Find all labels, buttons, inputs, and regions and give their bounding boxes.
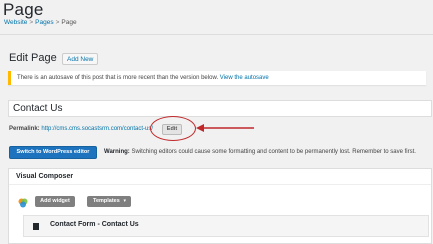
breadcrumb-current: Page — [61, 19, 77, 26]
breadcrumb-pages[interactable]: Pages — [35, 19, 53, 26]
post-title-input[interactable]: Contact Us — [8, 100, 432, 117]
add-new-button[interactable]: Add New — [62, 53, 99, 65]
view-autosave-link[interactable]: View the autosave — [220, 75, 269, 81]
autosave-notice: There is an autosave of this post that i… — [8, 71, 426, 85]
widget-title: Contact Form - Contact Us — [50, 221, 139, 228]
breadcrumb: Website > Pages > Page — [4, 19, 77, 26]
permalink: Permalink: http://cms.cms.socastsrm.com/… — [9, 126, 153, 132]
annotation-arrow-icon — [196, 124, 254, 132]
page-title: Page — [3, 0, 44, 19]
widget-row-contact-form[interactable]: Contact Form - Contact Us — [23, 215, 429, 237]
caret-down-icon: ▾ — [123, 198, 126, 204]
breadcrumb-website[interactable]: Website — [4, 19, 27, 26]
templates-dropdown[interactable]: Templates ▾ — [87, 196, 131, 207]
switch-to-wordpress-editor-button[interactable]: Switch to WordPress editor — [9, 146, 97, 159]
add-widget-button[interactable]: Add widget — [35, 196, 75, 207]
drag-handle-icon[interactable] — [33, 223, 39, 230]
visual-composer-title: Visual Composer — [9, 169, 431, 185]
permalink-url[interactable]: http://cms.cms.socastsrm.com/contact-us/ — [41, 126, 153, 132]
templates-label: Templates — [93, 198, 120, 204]
warning-text: Switching editors could cause some forma… — [131, 149, 416, 155]
visual-composer-logo-icon — [18, 198, 28, 208]
annotation-ellipse — [150, 116, 196, 141]
header-bar: Page Website > Pages > Page — [0, 0, 433, 38]
permalink-label: Permalink: — [9, 126, 40, 132]
edit-page-heading: Edit Page — [9, 52, 57, 64]
visual-composer-panel: Visual Composer Add widget Templates ▾ C… — [8, 168, 432, 244]
editor-warning: Warning: Switching editors could cause s… — [104, 149, 416, 155]
breadcrumb-separator: > — [29, 19, 34, 26]
autosave-notice-text: There is an autosave of this post that i… — [17, 75, 219, 81]
breadcrumb-separator: > — [55, 19, 60, 26]
warning-label: Warning: — [104, 149, 130, 155]
